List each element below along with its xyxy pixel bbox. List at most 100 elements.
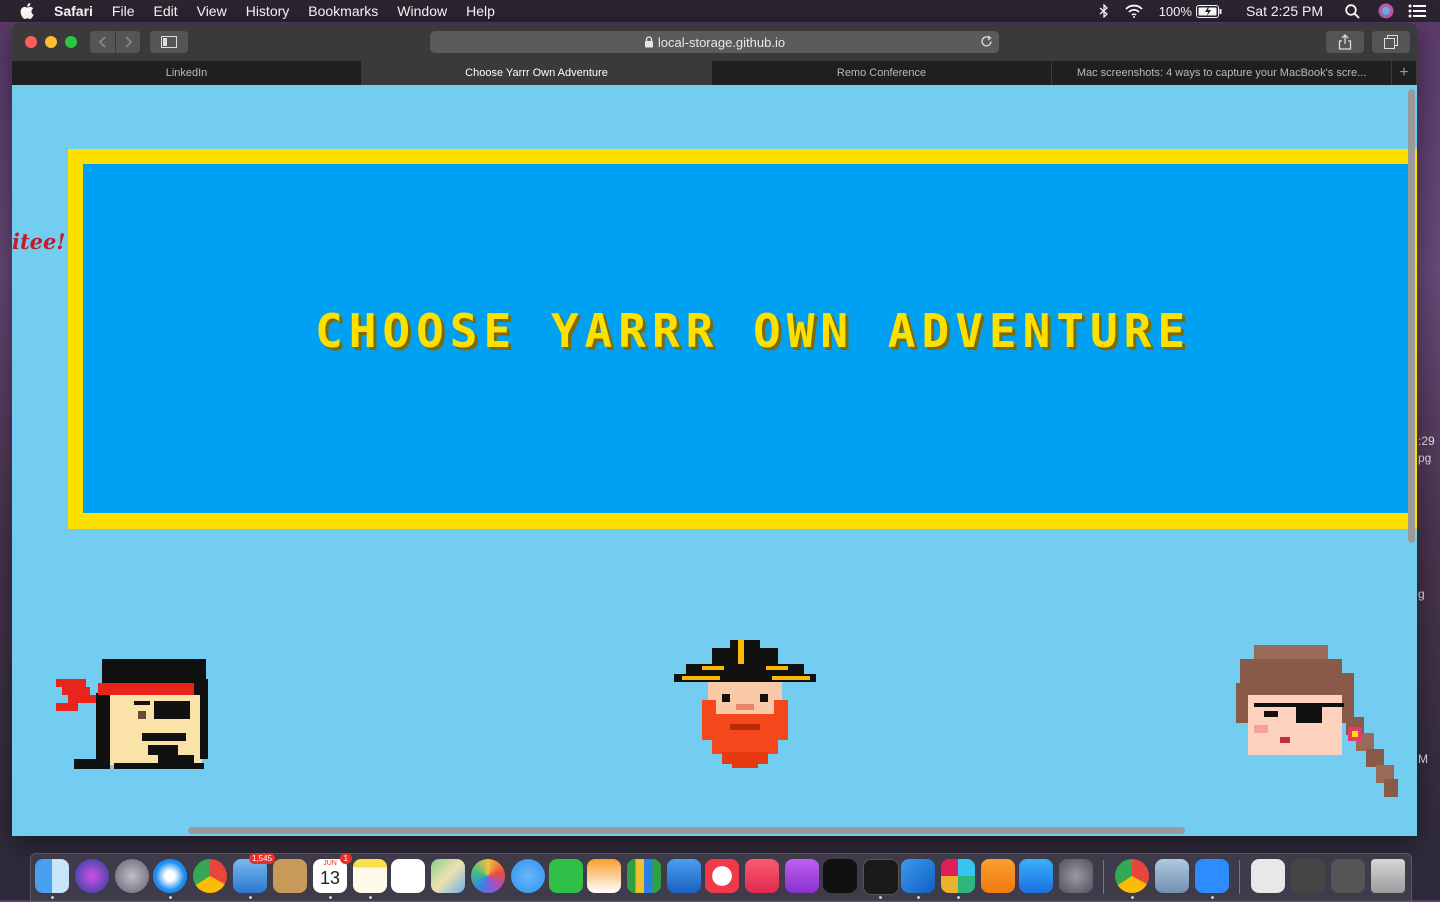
calendar-dock-icon[interactable]: JUN 13 1	[313, 853, 352, 893]
finder-icon[interactable]	[35, 859, 69, 893]
maps-dock-icon[interactable]	[431, 859, 465, 893]
tab-overview-icon	[1384, 35, 1398, 49]
pages-dock-icon[interactable]	[587, 859, 621, 893]
mail-dock-icon[interactable]: 1,545	[233, 853, 275, 893]
menu-bookmarks[interactable]: Bookmarks	[308, 0, 378, 22]
podcasts-dock-icon[interactable]	[785, 859, 819, 893]
music-dock-icon[interactable]	[745, 859, 779, 893]
numbers-dock-icon[interactable]	[627, 859, 661, 893]
books-dock-icon[interactable]	[981, 859, 1015, 893]
running-indicator	[957, 896, 960, 899]
title-banner-inner: CHOOSE YARRR OWN ADVENTURE	[83, 164, 1413, 513]
address-bar[interactable]: local-storage.github.io	[430, 31, 999, 53]
apple-icon[interactable]	[20, 3, 34, 19]
tab-remo-conference[interactable]: Remo Conference	[712, 61, 1053, 85]
siri-dock-icon[interactable]	[75, 859, 109, 893]
sidebar-toggle-button[interactable]	[150, 31, 188, 53]
wifi-icon[interactable]	[1125, 4, 1143, 18]
tab-mac-screenshots[interactable]: Mac screenshots: 4 ways to capture your …	[1052, 61, 1393, 85]
menu-app-name[interactable]: Safari	[54, 0, 93, 22]
safari-window: local-storage.github.io LinkedIn Choose …	[12, 23, 1417, 836]
web-page: itee! CHOOSE YARRR OWN ADVENTURE	[12, 85, 1417, 836]
mail-badge: 1,545	[248, 853, 275, 864]
dock-separator-2	[1239, 860, 1240, 894]
safari-dock-icon[interactable]	[153, 859, 187, 893]
horizontal-scrollbar[interactable]	[188, 827, 1185, 834]
share-icon	[1338, 34, 1352, 50]
documents-stack-icon[interactable]	[1331, 859, 1365, 893]
running-indicator	[249, 896, 252, 899]
menu-help[interactable]: Help	[466, 0, 495, 22]
running-indicator	[1131, 896, 1134, 899]
facetime-dock-icon[interactable]	[549, 859, 583, 893]
notification-center-icon[interactable]	[1408, 4, 1426, 18]
battery-icon[interactable]	[1195, 4, 1222, 18]
running-indicator	[369, 896, 372, 899]
preview-dock-icon[interactable]	[1155, 859, 1189, 893]
launchpad-icon[interactable]	[115, 859, 149, 893]
dock-separator	[1103, 860, 1104, 894]
dock: 1,545 JUN 13 1	[30, 853, 1412, 902]
minimize-window-button[interactable]	[45, 36, 57, 48]
running-indicator	[917, 896, 920, 899]
zoom-window-button[interactable]	[65, 36, 77, 48]
system-preferences-dock-icon[interactable]	[1059, 859, 1093, 893]
calendar-day: 13	[319, 868, 341, 888]
side-text-fragment: itee!	[12, 229, 66, 254]
calendar-badge: 1	[339, 853, 352, 864]
title-banner: CHOOSE YARRR OWN ADVENTURE	[68, 149, 1417, 529]
desktop-label-3: g	[1418, 587, 1425, 601]
url-text: local-storage.github.io	[657, 34, 786, 50]
vertical-scrollbar[interactable]	[1408, 89, 1415, 543]
reminders-dock-icon[interactable]	[391, 859, 425, 893]
back-forward-group	[90, 31, 140, 53]
chrome-dock-icon[interactable]	[193, 859, 227, 893]
slack-dock-icon[interactable]	[941, 859, 975, 893]
screenshot-stack-icon[interactable]	[1251, 859, 1285, 893]
close-window-button[interactable]	[25, 36, 37, 48]
tab-choose-yarrr[interactable]: Choose Yarrr Own Adventure	[362, 61, 712, 85]
running-indicator	[169, 896, 172, 899]
downloads-stack-icon[interactable]	[1291, 859, 1325, 893]
battery-percent: 100%	[1158, 3, 1192, 19]
tab-overview-button[interactable]	[1372, 31, 1410, 53]
apple-tv-dock-icon[interactable]	[823, 859, 857, 893]
photos-dock-icon[interactable]	[471, 859, 505, 893]
menu-history[interactable]: History	[246, 0, 290, 22]
new-tab-button[interactable]: +	[1392, 61, 1417, 85]
zoom-dock-icon[interactable]	[1195, 859, 1229, 893]
tab-linkedin[interactable]: LinkedIn	[12, 61, 362, 85]
chrome-recent-dock-icon[interactable]	[1115, 859, 1149, 893]
menu-view[interactable]: View	[197, 0, 227, 22]
menu-file[interactable]: File	[112, 0, 135, 22]
captain-pirate-character[interactable]	[672, 638, 818, 770]
spotlight-search-icon[interactable]	[1345, 3, 1360, 19]
notes-dock-icon[interactable]	[353, 859, 387, 893]
desktop-label-2: pg	[1418, 451, 1432, 465]
browser-toolbar: local-storage.github.io	[12, 23, 1417, 62]
trash-dock-icon[interactable]	[1371, 859, 1405, 893]
back-arrow-icon[interactable]	[91, 31, 115, 53]
reload-icon[interactable]	[980, 35, 993, 48]
menu-edit[interactable]: Edit	[153, 0, 177, 22]
news-dock-icon[interactable]	[705, 859, 739, 893]
siri-icon[interactable]	[1378, 3, 1394, 19]
page-title: CHOOSE YARRR OWN ADVENTURE	[315, 304, 1192, 358]
forward-arrow-icon[interactable]	[116, 31, 140, 53]
app-store-dock-icon[interactable]	[1019, 859, 1053, 893]
contacts-dock-icon[interactable]	[273, 859, 307, 893]
bandana-pirate-character[interactable]	[54, 659, 214, 777]
running-indicator	[1211, 896, 1214, 899]
lock-icon	[644, 36, 653, 48]
eyepatch-pirate-character[interactable]	[1234, 643, 1400, 799]
desktop-label-4: M	[1418, 752, 1428, 766]
menu-window[interactable]: Window	[397, 0, 447, 22]
running-indicator	[329, 896, 332, 899]
terminal-dock-icon[interactable]	[863, 859, 899, 895]
messages-dock-icon[interactable]	[511, 859, 545, 893]
share-button[interactable]	[1326, 31, 1364, 53]
keynote-dock-icon[interactable]	[667, 859, 701, 893]
vscode-dock-icon[interactable]	[901, 859, 935, 893]
clock[interactable]: Sat 2:25 PM	[1246, 3, 1323, 19]
bluetooth-icon[interactable]	[1099, 4, 1109, 18]
